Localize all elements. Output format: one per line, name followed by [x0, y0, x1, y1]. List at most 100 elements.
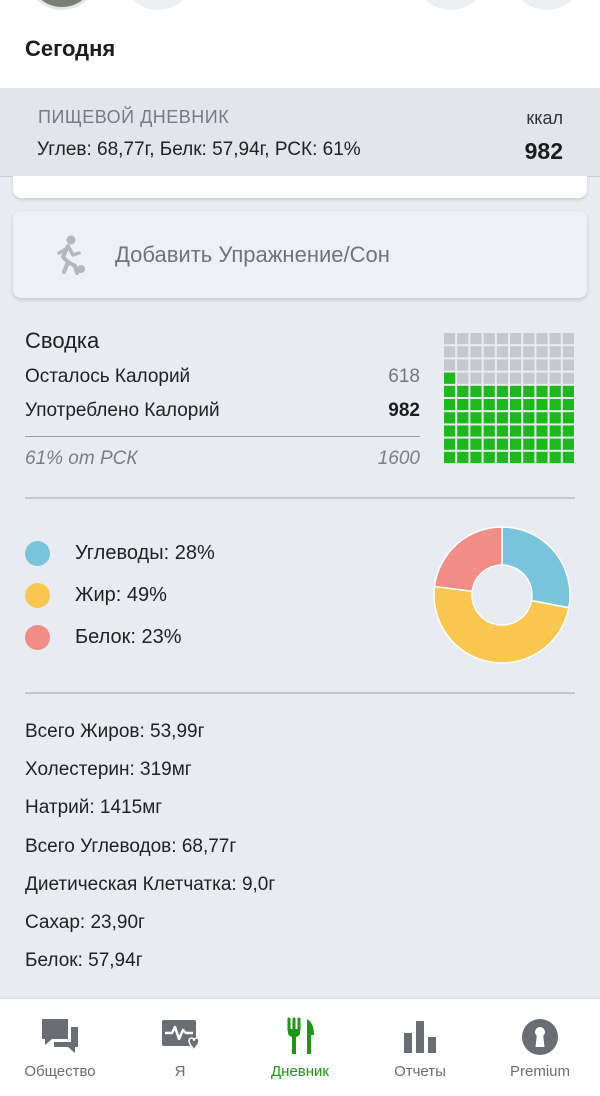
waffle-cell [483, 451, 495, 463]
waffle-cell [549, 412, 561, 424]
waffle-cell [496, 359, 508, 371]
nav-diary[interactable]: Дневник [240, 999, 360, 1096]
waffle-cell [444, 359, 456, 371]
waffle-cell [523, 438, 535, 450]
waffle-cell [457, 451, 469, 463]
waffle-cell [483, 385, 495, 397]
waffle-cell [523, 412, 535, 424]
waffle-cell [523, 359, 535, 371]
waffle-cell [470, 359, 482, 371]
protein-color-dot [25, 624, 50, 650]
carbs-color-dot [25, 540, 50, 566]
waffle-cell [496, 372, 508, 384]
bottom-navigation: Общество Я Дневник Отчеты Premium [0, 998, 600, 1096]
waffle-cell [523, 333, 535, 345]
waffle-cell [444, 412, 456, 424]
waffle-cell [496, 399, 508, 411]
waffle-cell [444, 399, 456, 411]
nav-me[interactable]: Я [120, 999, 240, 1096]
waffle-cell [483, 412, 495, 424]
nav-premium[interactable]: Premium [480, 999, 600, 1096]
nav-me-label: Я [174, 1063, 186, 1080]
legend-carbs: Углеводы: 28% [25, 540, 215, 566]
waffle-cell [483, 399, 495, 411]
waffle-cell [523, 385, 535, 397]
remaining-calories-row: Осталось Калорий 618 [25, 366, 420, 388]
waffle-cell [510, 333, 522, 345]
waffle-cell [444, 451, 456, 463]
waffle-cell [457, 438, 469, 450]
legend-fat-label: Жир: 49% [75, 583, 167, 606]
rdi-value: 1600 [377, 448, 420, 469]
waffle-cell [470, 385, 482, 397]
macro-donut-chart [433, 526, 571, 664]
waffle-cell [523, 399, 535, 411]
waffle-cell [470, 346, 482, 358]
waffle-cell [562, 333, 574, 345]
waffle-cell [470, 399, 482, 411]
waffle-cell [444, 425, 456, 437]
header-action-button[interactable] [122, 0, 194, 10]
waffle-cell [536, 438, 548, 450]
waffle-cell [549, 385, 561, 397]
waffle-cell [536, 372, 548, 384]
waffle-cell [549, 425, 561, 437]
waffle-cell [457, 372, 469, 384]
divider [25, 436, 420, 437]
waffle-cell [536, 425, 548, 437]
waffle-cell [562, 412, 574, 424]
waffle-cell [496, 412, 508, 424]
header-action-button[interactable] [511, 0, 583, 10]
diary-macros-summary: Углев: 68,77г, Белк: 57,94г, РСК: 61% [37, 139, 361, 160]
nav-community-label: Общество [24, 1063, 96, 1080]
waffle-cell [496, 438, 508, 450]
donut-slice-protein [433, 526, 503, 593]
waffle-cell [457, 399, 469, 411]
page-title: Сегодня [25, 36, 116, 61]
header-action-button[interactable] [415, 0, 487, 10]
remaining-calories-value: 618 [388, 366, 420, 387]
calorie-waffle-chart [444, 333, 574, 463]
waffle-cell [510, 451, 522, 463]
waffle-cell [549, 346, 561, 358]
nav-reports[interactable]: Отчеты [360, 999, 480, 1096]
heart-pulse-icon [162, 1020, 200, 1052]
waffle-cell [444, 438, 456, 450]
waffle-cell [444, 372, 456, 384]
waffle-cell [549, 399, 561, 411]
nutrient-fiber: Диетическая Клетчатка: 9,0г [25, 874, 276, 895]
waffle-cell [523, 346, 535, 358]
waffle-cell [470, 412, 482, 424]
nutrient-total-fat: Всего Жиров: 53,99г [25, 721, 205, 742]
add-exercise-label: Добавить Упражнение/Сон [115, 242, 390, 267]
nav-community[interactable]: Общество [0, 999, 120, 1096]
nutrient-sugar: Сахар: 23,90г [25, 912, 145, 933]
waffle-cell [562, 372, 574, 384]
nutrient-cholesterol: Холестерин: 319мг [25, 759, 192, 780]
waffle-cell [562, 438, 574, 450]
waffle-cell [457, 425, 469, 437]
waffle-cell [483, 346, 495, 358]
waffle-cell [444, 385, 456, 397]
waffle-cell [457, 333, 469, 345]
donut-slice-carbs [501, 526, 571, 609]
consumed-calories-label: Употреблено Калорий [25, 400, 220, 421]
running-person-icon [57, 235, 85, 275]
legend-fat: Жир: 49% [25, 582, 167, 608]
waffle-cell [510, 412, 522, 424]
waffle-cell [483, 438, 495, 450]
waffle-cell [536, 399, 548, 411]
waffle-cell [523, 372, 535, 384]
waffle-cell [457, 359, 469, 371]
section-divider [25, 497, 575, 499]
waffle-cell [510, 399, 522, 411]
avatar[interactable] [26, 0, 98, 10]
add-exercise-button[interactable]: Добавить Упражнение/Сон [13, 211, 587, 298]
food-diary-header[interactable]: ПИЩЕВОЙ ДНЕВНИК Углев: 68,77г, Белк: 57,… [0, 88, 600, 177]
waffle-cell [444, 346, 456, 358]
waffle-cell [536, 359, 548, 371]
rdi-label: 61% от РСК [25, 448, 138, 469]
waffle-cell [483, 372, 495, 384]
rdi-row: 61% от РСК 1600 [25, 448, 420, 470]
waffle-cell [549, 438, 561, 450]
